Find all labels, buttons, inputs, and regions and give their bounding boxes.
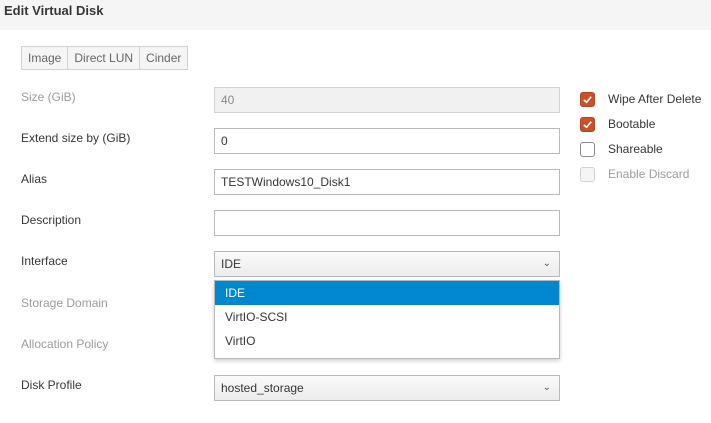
tab-cinder[interactable]: Cinder: [140, 47, 187, 69]
interface-selected-value: IDE: [221, 257, 242, 271]
wipe-after-delete-option[interactable]: Wipe After Delete: [580, 90, 701, 108]
disk-type-tabs: Image Direct LUN Cinder: [21, 46, 189, 70]
extend-size-label: Extend size by (GiB): [21, 131, 131, 145]
extend-size-field[interactable]: [214, 128, 560, 154]
description-label: Description: [21, 213, 82, 227]
chevron-down-icon: ⌄: [542, 258, 551, 269]
wipe-after-delete-label: Wipe After Delete: [608, 92, 702, 106]
checkmark-icon: [583, 95, 592, 103]
dialog-header: Edit Virtual Disk: [0, 0, 711, 30]
tab-direct-lun[interactable]: Direct LUN: [68, 47, 141, 69]
alias-field[interactable]: [214, 169, 560, 195]
shareable-label: Shareable: [608, 142, 663, 156]
disk-profile-select[interactable]: hosted_storage ⌄: [214, 375, 560, 401]
interface-select[interactable]: IDE ⌄: [214, 251, 560, 277]
enable-discard-option: Enable Discard: [580, 165, 689, 183]
interface-label: Interface: [21, 254, 68, 268]
interface-option-ide[interactable]: IDE: [215, 281, 559, 305]
allocation-policy-label: Allocation Policy: [21, 337, 109, 351]
description-field[interactable]: [214, 210, 560, 236]
dialog-title: Edit Virtual Disk: [4, 3, 104, 18]
enable-discard-checkbox: [580, 166, 595, 182]
checkmark-icon: [583, 120, 592, 128]
wipe-after-delete-checkbox[interactable]: [580, 91, 595, 107]
interface-dropdown-menu: IDE VirtIO-SCSI VirtIO: [214, 280, 560, 359]
tab-image[interactable]: Image: [22, 47, 69, 69]
storage-domain-label: Storage Domain: [21, 296, 108, 310]
shareable-option[interactable]: Shareable: [580, 140, 663, 158]
enable-discard-label: Enable Discard: [608, 167, 690, 181]
bootable-checkbox[interactable]: [580, 116, 595, 132]
size-label: Size (GiB): [21, 90, 76, 104]
interface-option-virtio-scsi[interactable]: VirtIO-SCSI: [215, 305, 559, 329]
shareable-checkbox[interactable]: [580, 141, 595, 157]
bootable-option[interactable]: Bootable: [580, 115, 655, 133]
disk-profile-label: Disk Profile: [21, 378, 82, 392]
chevron-down-icon: ⌄: [542, 382, 551, 393]
interface-option-virtio[interactable]: VirtIO: [215, 329, 559, 353]
bootable-label: Bootable: [608, 117, 656, 131]
alias-label: Alias: [21, 172, 48, 186]
size-field[interactable]: [214, 87, 560, 113]
disk-profile-selected-value: hosted_storage: [221, 381, 304, 395]
